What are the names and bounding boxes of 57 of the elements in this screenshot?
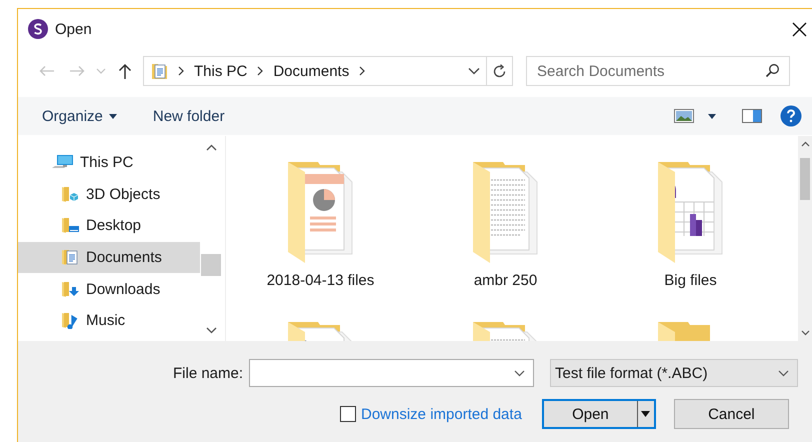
new-folder-button[interactable]: New folder: [142, 104, 235, 128]
desktop-folder-icon: [62, 217, 80, 234]
documents-folder-icon: [62, 249, 80, 266]
search-icon: [765, 63, 780, 78]
chevron-up-icon: [206, 144, 216, 150]
downloads-folder-icon: [62, 280, 80, 298]
file-name-label: File name:: [173, 364, 244, 382]
file-name-field[interactable]: [249, 359, 534, 387]
chevron-down-icon: [96, 68, 106, 74]
up-arrow-icon: [118, 62, 132, 80]
chevron-down-icon: [468, 67, 480, 75]
close-icon: [792, 22, 806, 36]
caret-icon: [108, 114, 117, 118]
computer-icon: [52, 154, 74, 171]
scrollbar-thumb[interactable]: [201, 254, 221, 276]
window-title: Open: [55, 20, 92, 38]
chevron-down-icon: [778, 370, 790, 376]
chevron-up-icon: [800, 141, 810, 147]
nav-item[interactable]: 3D Objects: [18, 178, 200, 210]
folder-name[interactable]: ambr 250: [474, 272, 538, 289]
nav-item[interactable]: Downloads: [18, 273, 200, 305]
option-link[interactable]: Downsize imported data: [361, 406, 522, 422]
nav-item[interactable]: Desktop: [18, 210, 200, 242]
caret-icon: [708, 114, 716, 118]
forward-arrow-icon: [69, 65, 85, 77]
search-field[interactable]: Search Documents: [526, 56, 790, 86]
refresh-icon: [492, 64, 507, 78]
folder-name[interactable]: Big files: [664, 272, 717, 289]
chevron-down-icon: [800, 330, 810, 336]
caret-icon: [641, 411, 650, 417]
chevron-icon: [177, 65, 185, 77]
chevron-icon: [256, 65, 264, 77]
breadcrumb[interactable]: Documents: [273, 62, 350, 80]
nav-item[interactable]: This PC: [18, 147, 200, 179]
open-button[interactable]: Open: [542, 399, 656, 429]
objects-folder-icon: [62, 186, 80, 203]
help-button[interactable]: [780, 105, 802, 127]
music-folder-icon: [62, 312, 80, 330]
app-logo-icon: [28, 19, 48, 39]
file-type-dropdown[interactable]: Test file format (*.ABC): [550, 359, 798, 387]
breadcrumb[interactable]: This PC: [194, 62, 248, 80]
scrollbar-thumb[interactable]: [800, 158, 810, 200]
folder-name[interactable]: 2018-04-13 files: [266, 272, 374, 289]
organize-menu[interactable]: Organize: [32, 104, 127, 128]
documents-folder-icon: [152, 62, 168, 80]
nav-item[interactable]: Documents: [18, 242, 200, 274]
chevron-down-icon: [206, 326, 216, 334]
checkbox[interactable]: [340, 406, 356, 422]
pane-icon: [742, 109, 762, 123]
cancel-button[interactable]: Cancel: [674, 399, 789, 429]
picture-icon: [674, 109, 694, 123]
help-icon: [780, 105, 802, 127]
back-arrow-icon: [39, 65, 55, 77]
chevron-down-icon: [514, 370, 526, 376]
address-bar[interactable]: This PC Documents: [143, 56, 513, 86]
chevron-icon: [358, 65, 366, 77]
nav-item[interactable]: Music: [18, 304, 200, 337]
